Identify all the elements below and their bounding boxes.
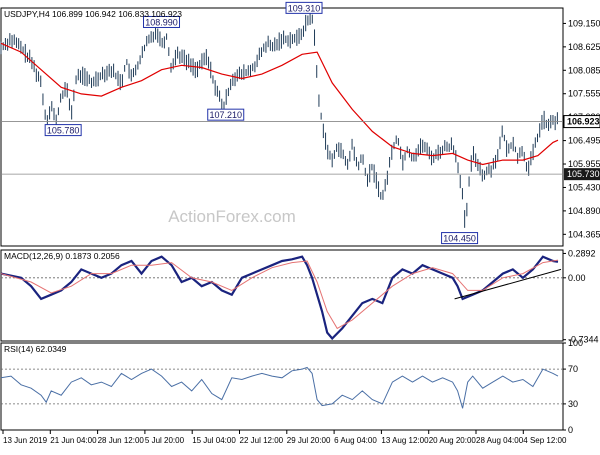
time-tick-label: 6 Aug 04:00 (334, 436, 377, 445)
time-tick-label: 4 Sep 12:00 (523, 436, 567, 445)
price-tick-label: 106.495 (568, 136, 600, 146)
price-annotation-label: 107.210 (209, 110, 242, 120)
price-annotation: 107.210 (207, 108, 245, 121)
price-annotation-label: 104.450 (443, 234, 476, 244)
forex-chart-window: ActionForex.com 108.990 109.310 105.780 107.… (0, 0, 600, 450)
rsi-tick-label: 0 (568, 425, 573, 435)
macd-tick-label: 0.2892 (568, 248, 596, 258)
price-tick-label: 104.890 (568, 206, 600, 216)
time-tick-label: 21 Jun 04:00 (50, 436, 97, 445)
price-tick-label: 107.555 (568, 89, 600, 99)
current-price-label: 106.923 (567, 117, 600, 127)
time-tick-label: 15 Jul 04:00 (192, 436, 236, 445)
support-level-label: 105.730 (567, 169, 600, 179)
price-annotation: 104.450 (441, 232, 479, 245)
macd-panel-title: MACD(12,26,9) 0.1873 0.2056 (4, 251, 120, 261)
price-annotation-label: 105.780 (47, 126, 80, 136)
rsi-tick-label: 70 (568, 364, 578, 374)
time-tick-label: 22 Jul 12:00 (240, 436, 284, 445)
time-tick-label: 20 Aug 20:00 (429, 436, 477, 445)
time-tick-label: 28 Aug 04:00 (476, 436, 524, 445)
price-panel-title: USDJPY,H4 106.899 106.942 106.833 106.92… (4, 9, 182, 19)
price-tick-label: 108.625 (568, 42, 600, 52)
price-tick-label: 108.085 (568, 65, 600, 75)
price-tick-label: 105.430 (568, 182, 600, 192)
price-annotation: 109.310 (285, 1, 323, 14)
watermark-text: ActionForex.com (168, 207, 296, 226)
price-tick-label: 105.955 (568, 159, 600, 169)
time-tick-label: 13 Aug 12:00 (381, 436, 429, 445)
macd-tick-label: 0.00 (568, 273, 586, 283)
time-tick-label: 5 Jul 20:00 (145, 436, 185, 445)
price-tick-label: 104.365 (568, 229, 600, 239)
time-tick-label: 13 Jun 2019 (3, 436, 48, 445)
time-tick-label: 28 Jun 12:00 (98, 436, 145, 445)
rsi-tick-label: 30 (568, 399, 578, 409)
price-tick-label: 109.150 (568, 18, 600, 28)
chart-canvas: ActionForex.com108.990109.310105.780107.… (0, 0, 600, 450)
price-annotation-label: 109.310 (288, 3, 321, 13)
rsi-tick-label: 100 (568, 338, 583, 348)
price-annotation: 105.780 (44, 124, 82, 137)
time-tick-label: 29 Jul 20:00 (287, 436, 331, 445)
rsi-panel-title: RSI(14) 62.0349 (4, 344, 67, 354)
